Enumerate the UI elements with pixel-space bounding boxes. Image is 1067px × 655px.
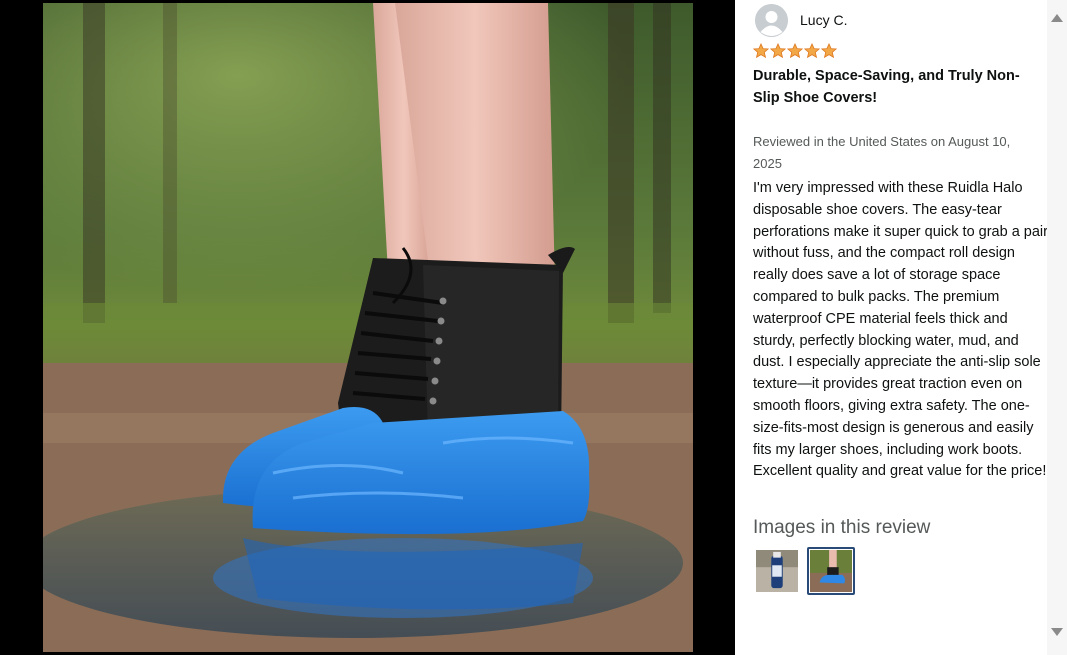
product-bottle-thumbnail	[756, 550, 798, 592]
triangle-down-icon	[1051, 628, 1063, 636]
triangle-up-icon	[1051, 14, 1063, 22]
review-image-thumbnail-1[interactable]	[753, 547, 801, 595]
star-icon	[770, 43, 786, 59]
images-heading: Images in this review	[753, 517, 931, 538]
review-title: Durable, Space-Saving, and Truly Non-Sli…	[753, 68, 1020, 106]
star-rating	[753, 43, 837, 59]
blue-shoe-covers-thumbnail	[810, 550, 852, 592]
review-body: I'm very impressed with these Ruidla Hal…	[753, 180, 1048, 480]
star-icon	[821, 43, 837, 59]
media-viewer	[0, 0, 735, 655]
blue-shoe-covers-photo	[43, 3, 693, 652]
user-silhouette-icon	[755, 4, 788, 37]
star-icon	[753, 43, 769, 59]
review-image-thumbnails	[753, 547, 855, 595]
scrollbar[interactable]	[1047, 0, 1067, 655]
scroll-down-button[interactable]	[1049, 626, 1065, 638]
review-date: Reviewed in the United States on August …	[753, 134, 1011, 171]
star-icon	[787, 43, 803, 59]
review-image-thumbnail-2[interactable]	[807, 547, 855, 595]
star-icon	[804, 43, 820, 59]
review-photo-main[interactable]	[43, 3, 693, 652]
reviewer-name[interactable]: Lucy C.	[800, 12, 847, 28]
scroll-up-button[interactable]	[1049, 12, 1065, 24]
review-panel: Lucy C. Durable, Space-Saving, and Truly…	[735, 0, 1048, 655]
avatar[interactable]	[755, 4, 788, 37]
